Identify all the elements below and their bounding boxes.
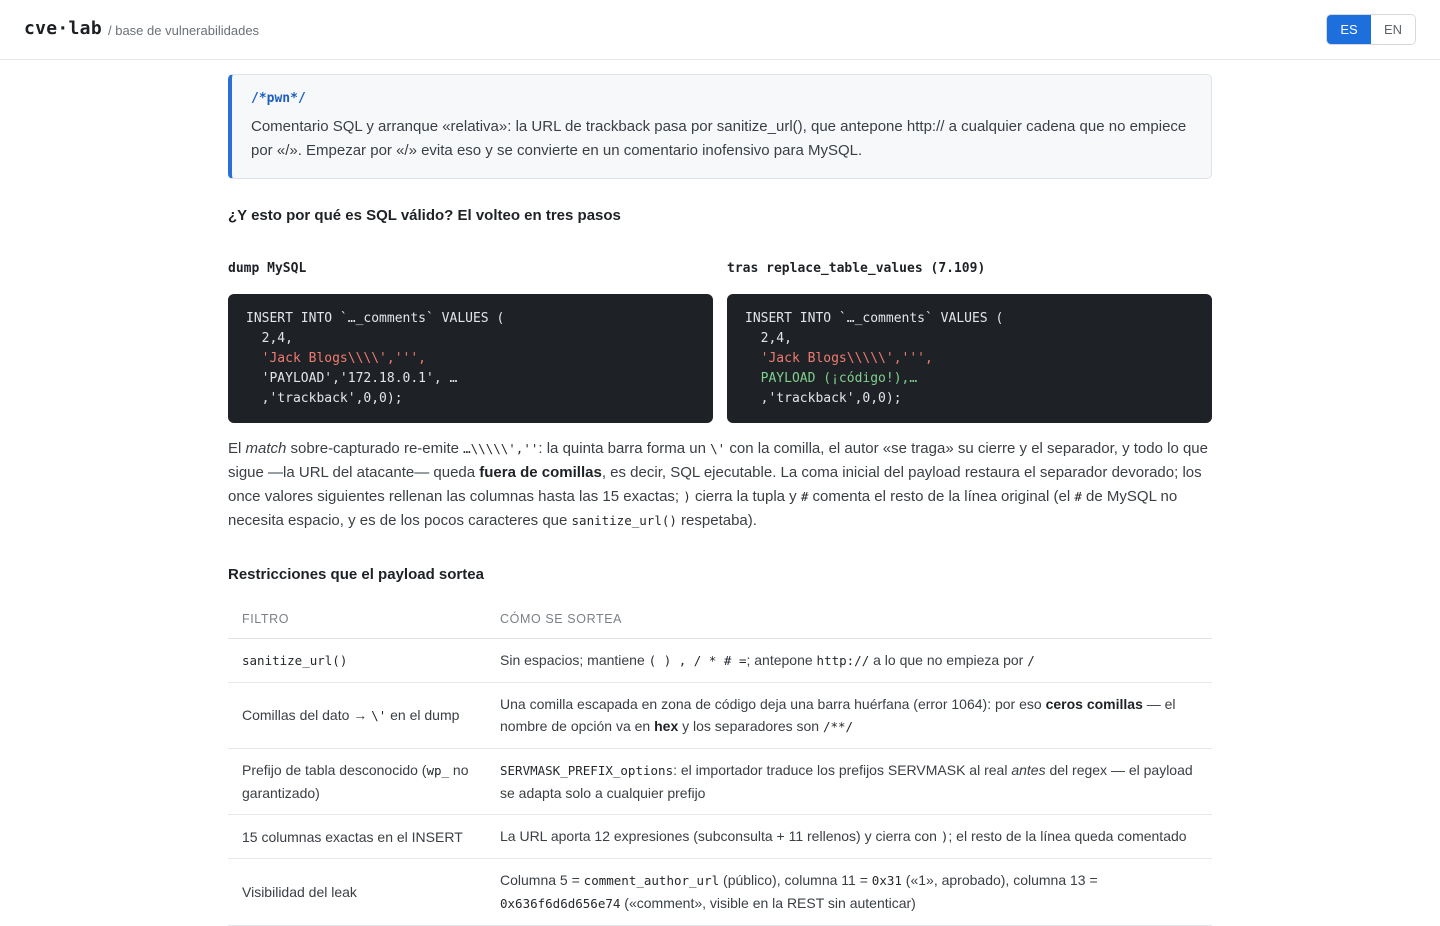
table-row: Visibilidad del leak Columna 5 = comment…	[228, 858, 1212, 926]
inline-code: 0x31	[871, 873, 902, 888]
filter-cell: Comillas del dato → \' en el dump	[228, 682, 486, 749]
text: El	[228, 440, 246, 457]
code-line: 2,4,	[745, 331, 792, 346]
inline-code: \'	[371, 708, 387, 723]
table-row: 15 columnas exactas en el INSERT La URL …	[228, 814, 1212, 859]
site-logo[interactable]: cve·lab	[24, 18, 102, 39]
inline-code: comment_author_url	[583, 873, 720, 888]
code-line: 'PAYLOAD','172.18.0.1', …	[246, 371, 458, 386]
text: Prefijo de tabla desconocido (	[242, 762, 427, 778]
how-cell: La URL aporta 12 expresiones (subconsult…	[486, 814, 1212, 859]
inline-code: #	[1074, 489, 1082, 504]
text: a lo que no empieza por	[869, 652, 1028, 668]
text: (público), columna 11 =	[719, 872, 872, 888]
filter-cell: 15 columnas exactas en el INSERT	[228, 814, 486, 859]
code-line-payload: PAYLOAD (¡código!),…	[745, 371, 918, 386]
inline-code: http://	[816, 653, 870, 668]
text: Una comilla escapada en zona de código d…	[500, 696, 1046, 712]
text: : el importador traduce los prefijos SER…	[673, 762, 1012, 778]
table-row: Prefijo de tabla desconocido (wp_ no gar…	[228, 748, 1212, 815]
table-header-row: FILTRO CÓMO SE SORTEA	[228, 600, 1212, 639]
text: ; antepone	[746, 652, 817, 668]
filter-cell: Visibilidad del leak	[228, 858, 486, 926]
inline-code: sanitize_url()	[571, 513, 677, 528]
text: cierra la tupla y	[690, 488, 801, 505]
text: comenta el resto de la línea original (e…	[808, 488, 1075, 505]
code-line: ,'trackback',0,0);	[745, 391, 902, 406]
table-row: Comillas del dato → \' en el dump Una co…	[228, 682, 1212, 749]
text-bold: ceros comillas	[1045, 696, 1143, 712]
how-cell: Columna 5 = comment_author_url (público)…	[486, 858, 1212, 926]
explanation-paragraph: El match sobre-capturado re-emite …\\\\\…	[228, 437, 1212, 533]
inline-code: …\\\\\',''	[463, 441, 539, 456]
inline-code: /	[1027, 653, 1035, 668]
dump-title: dump MySQL	[228, 261, 307, 276]
filter-cell: sanitize_url()	[228, 638, 486, 683]
text-bold: fuera de comillas	[479, 464, 602, 481]
text: : la quinta barra forma un	[538, 440, 711, 457]
lang-es-button[interactable]: ES	[1327, 15, 1371, 44]
text: ; el resto de la línea queda comentado	[948, 828, 1187, 844]
callout-code: /*pwn*/	[251, 91, 306, 106]
text-italic: antes	[1011, 762, 1046, 778]
text: en el dump	[386, 707, 460, 723]
text-italic: match	[245, 440, 287, 457]
text: Columna 5 =	[500, 872, 584, 888]
lang-en-button[interactable]: EN	[1371, 15, 1415, 44]
steps-heading: ¿Y esto por qué es SQL válido? El volteo…	[228, 207, 621, 224]
inline-code: ( ) , / * # =	[648, 653, 747, 668]
restrictions-heading: Restricciones que el payload sortea	[228, 566, 484, 583]
filter-cell: Prefijo de tabla desconocido (wp_ no gar…	[228, 748, 486, 815]
text: («1», aprobado), columna 13 =	[901, 872, 1098, 888]
dump-column: dump MySQL INSERT INTO `…_comments` VALU…	[228, 261, 713, 423]
inline-code: 0x636f6d6d656e74	[500, 896, 621, 911]
code-comparison: dump MySQL INSERT INTO `…_comments` VALU…	[228, 261, 1212, 423]
code-line: 2,4,	[246, 331, 293, 346]
inline-code: )	[683, 489, 691, 504]
restrictions-table: FILTRO CÓMO SE SORTEA sanitize_url() Sin…	[228, 600, 1212, 926]
column-header-filter: FILTRO	[228, 600, 486, 639]
how-cell: Una comilla escapada en zona de código d…	[486, 682, 1212, 749]
payload-callout: /*pwn*/ Comentario SQL y arranque «relat…	[228, 74, 1212, 179]
how-cell: Sin espacios; mantiene ( ) , / * # =; an…	[486, 638, 1212, 683]
inline-code: /**/	[822, 719, 854, 734]
code-line: INSERT INTO `…_comments` VALUES (	[246, 311, 505, 326]
inline-code: \'	[710, 441, 726, 456]
top-bar: cve·lab / base de vulnerabilidades ES EN	[0, 0, 1440, 60]
text: respetaba).	[676, 512, 757, 529]
text-bold: hex	[654, 718, 679, 734]
dump-code-block: INSERT INTO `…_comments` VALUES ( 2,4, '…	[228, 294, 713, 423]
table-row: sanitize_url() Sin espacios; mantiene ( …	[228, 638, 1212, 683]
column-header-how: CÓMO SE SORTEA	[486, 600, 1212, 639]
text: («comment», visible en la REST sin auten…	[620, 895, 916, 911]
language-switcher: ES EN	[1326, 14, 1416, 45]
callout-text: Comentario SQL y arranque «relativa»: la…	[251, 118, 1187, 159]
text: sobre-capturado re-emite	[286, 440, 464, 457]
site-subtitle: / base de vulnerabilidades	[108, 23, 260, 38]
code-line-highlight: 'Jack Blogs\\\\',''',	[246, 351, 427, 366]
replaced-title: tras replace_table_values (7.109)	[727, 261, 986, 276]
article-content: /*pwn*/ Comentario SQL y arranque «relat…	[228, 74, 1212, 926]
inline-code: sanitize_url()	[242, 653, 348, 668]
text: Comillas del dato →	[242, 707, 372, 723]
text: La URL aporta 12 expresiones (subconsult…	[500, 828, 941, 844]
code-line-highlight: 'Jack Blogs\\\\\',''',	[745, 351, 933, 366]
code-line: INSERT INTO `…_comments` VALUES (	[745, 311, 1004, 326]
replaced-column: tras replace_table_values (7.109) INSERT…	[727, 261, 1212, 423]
how-cell: SERVMASK_PREFIX_options: el importador t…	[486, 748, 1212, 815]
text: y los separadores son	[678, 718, 823, 734]
inline-code: SERVMASK_PREFIX_options	[500, 763, 674, 778]
replaced-code-block: INSERT INTO `…_comments` VALUES ( 2,4, '…	[727, 294, 1212, 423]
code-line: ,'trackback',0,0);	[246, 391, 403, 406]
text: Sin espacios; mantiene	[500, 652, 649, 668]
inline-code: wp_	[426, 763, 450, 778]
